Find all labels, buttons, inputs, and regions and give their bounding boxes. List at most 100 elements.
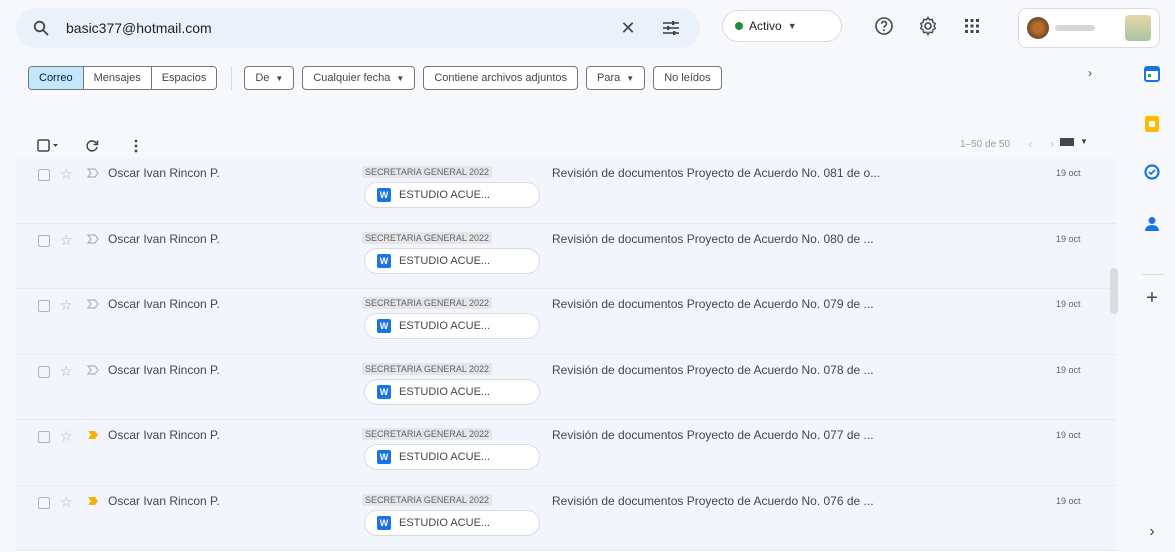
importance-marker-icon[interactable]	[86, 166, 100, 180]
email-row[interactable]: ☆ Oscar Ivan Rincon P. SECRETARIA GENERA…	[16, 420, 1116, 486]
status-dropdown[interactable]: Activo ▼	[722, 10, 842, 42]
star-icon[interactable]: ☆	[60, 428, 73, 445]
email-row[interactable]: ☆ Oscar Ivan Rincon P. SECRETARIA GENERA…	[16, 158, 1116, 224]
tab-spaces[interactable]: Espacios	[151, 67, 217, 89]
filter-has-attachments[interactable]: Contiene archivos adjuntos	[423, 66, 579, 90]
organization-name	[1055, 25, 1095, 31]
account-switcher[interactable]	[1018, 8, 1160, 48]
chevron-down-icon: ▼	[275, 74, 284, 83]
row-checkbox[interactable]	[38, 234, 50, 247]
email-subject: Revisión de documentos Proyecto de Acuer…	[552, 493, 874, 508]
word-doc-icon: W	[377, 188, 391, 202]
email-subject: Revisión de documentos Proyecto de Acuer…	[552, 428, 874, 442]
email-date: 19 oct	[1056, 495, 1081, 506]
select-all-checkbox[interactable]	[36, 134, 60, 158]
star-icon[interactable]: ☆	[60, 494, 73, 511]
row-checkbox[interactable]	[38, 300, 50, 312]
search-input[interactable]	[66, 13, 614, 43]
previous-page-icon[interactable]: ‹	[1028, 137, 1032, 151]
word-doc-icon: W	[377, 450, 391, 464]
tune-icon[interactable]	[656, 16, 686, 40]
email-label[interactable]: SECRETARIA GENERAL 2022	[362, 428, 493, 440]
chevron-down-icon: ▼	[626, 74, 635, 83]
filter-unread[interactable]: No leídos	[653, 66, 722, 90]
clear-search-button[interactable]: ✕	[614, 18, 642, 39]
email-row[interactable]: ☆ Oscar Ivan Rincon P. SECRETARIA GENERA…	[16, 289, 1116, 355]
row-checkbox[interactable]	[38, 496, 50, 509]
importance-marker-icon[interactable]	[86, 494, 100, 508]
importance-marker-icon[interactable]	[86, 363, 100, 377]
importance-marker-icon[interactable]	[86, 428, 100, 442]
filter-from[interactable]: De ▼	[244, 66, 295, 90]
search-icon[interactable]	[30, 17, 52, 39]
pagination: 1–50 de 50 ‹ ›	[960, 137, 1054, 151]
list-scrollbar[interactable]	[1110, 268, 1118, 314]
search-bar[interactable]: ✕	[16, 8, 700, 48]
gear-icon[interactable]	[916, 14, 940, 38]
email-subject: Revisión de documentos Proyecto de Acuer…	[552, 231, 874, 246]
attachment-name: ESTUDIO ACUE...	[399, 385, 491, 398]
email-subject: Revisión de documentos Proyecto de Acuer…	[552, 166, 881, 180]
row-checkbox[interactable]	[38, 169, 50, 181]
more-filters-button[interactable]: ›	[1088, 66, 1092, 80]
email-label[interactable]: SECRETARIA GENERAL 2022	[362, 493, 493, 506]
chevron-down-icon: ▼	[396, 74, 405, 83]
attachment-name: ESTUDIO ACUE...	[399, 320, 491, 332]
star-icon[interactable]: ☆	[60, 166, 73, 183]
chevron-down-icon: ▼	[787, 21, 797, 31]
attachment-chip[interactable]: W ESTUDIO ACUE...	[364, 444, 540, 470]
side-panel-rail: + ›	[1130, 56, 1175, 552]
email-date: 19 oct	[1056, 233, 1081, 244]
attachment-name: ESTUDIO ACUE...	[399, 516, 491, 529]
star-icon[interactable]: ☆	[60, 297, 73, 314]
attachment-chip[interactable]: W ESTUDIO ACUE...	[364, 509, 540, 536]
search-filters: Correo Mensajes Espacios De ▼ Cualquier f…	[28, 66, 722, 90]
email-date: 19 oct	[1056, 168, 1081, 178]
filter-date[interactable]: Cualquier fecha ▼	[302, 66, 416, 90]
email-label[interactable]: SECRETARIA GENERAL 2022	[362, 166, 493, 178]
email-sender: Oscar Ivan Rincon P.	[108, 362, 220, 377]
expand-side-panel-button[interactable]: ›	[1142, 522, 1162, 542]
email-label[interactable]: SECRETARIA GENERAL 2022	[362, 231, 493, 244]
star-icon[interactable]: ☆	[60, 363, 73, 380]
split-pane-icon	[1060, 137, 1074, 146]
attachment-chip[interactable]: W ESTUDIO ACUE...	[364, 182, 540, 208]
filter-to[interactable]: Para ▼	[586, 66, 646, 90]
email-row[interactable]: ☆ Oscar Ivan Rincon P. SECRETARIA GENERA…	[16, 485, 1116, 551]
row-checkbox[interactable]	[38, 365, 50, 378]
star-icon[interactable]: ☆	[60, 232, 73, 249]
email-subject: Revisión de documentos Proyecto de Acuer…	[552, 297, 874, 311]
next-page-icon[interactable]: ›	[1050, 137, 1054, 151]
more-options-icon[interactable]	[124, 134, 148, 158]
calendar-icon[interactable]	[1142, 64, 1162, 84]
email-label[interactable]: SECRETARIA GENERAL 2022	[362, 362, 493, 375]
search-scope-tabs: Correo Mensajes Espacios	[28, 66, 218, 90]
importance-marker-icon[interactable]	[86, 232, 100, 246]
importance-marker-icon[interactable]	[86, 297, 100, 311]
attachment-chip[interactable]: W ESTUDIO ACUE...	[364, 313, 540, 339]
tab-mail[interactable]: Correo	[29, 67, 84, 89]
email-date: 19 oct	[1056, 430, 1081, 440]
email-subject: Revisión de documentos Proyecto de Acuer…	[552, 362, 874, 377]
email-sender: Oscar Ivan Rincon P.	[108, 297, 220, 311]
attachment-chip[interactable]: W ESTUDIO ACUE...	[364, 247, 540, 274]
help-icon[interactable]	[872, 14, 896, 38]
tasks-icon[interactable]	[1142, 162, 1162, 182]
tab-messages[interactable]: Mensajes	[83, 67, 152, 89]
attachment-chip[interactable]: W ESTUDIO ACUE...	[364, 378, 540, 405]
word-doc-icon: W	[377, 384, 391, 399]
email-sender: Oscar Ivan Rincon P.	[108, 428, 220, 442]
apps-grid-icon[interactable]	[960, 14, 984, 38]
keep-icon[interactable]	[1142, 114, 1162, 134]
email-label[interactable]: SECRETARIA GENERAL 2022	[362, 297, 493, 309]
row-checkbox[interactable]	[38, 431, 50, 443]
avatar[interactable]	[1125, 15, 1151, 41]
status-dot-icon	[735, 22, 743, 30]
email-row[interactable]: ☆ Oscar Ivan Rincon P. SECRETARIA GENERA…	[16, 223, 1116, 289]
email-list: ☆ Oscar Ivan Rincon P. SECRETARIA GENERA…	[16, 158, 1116, 552]
contacts-icon[interactable]	[1142, 214, 1162, 234]
add-addon-button[interactable]: +	[1142, 287, 1162, 309]
density-toggle[interactable]: ▼	[1060, 137, 1088, 146]
refresh-icon[interactable]	[80, 134, 104, 158]
email-row[interactable]: ☆ Oscar Ivan Rincon P. SECRETARIA GENERA…	[16, 354, 1116, 420]
